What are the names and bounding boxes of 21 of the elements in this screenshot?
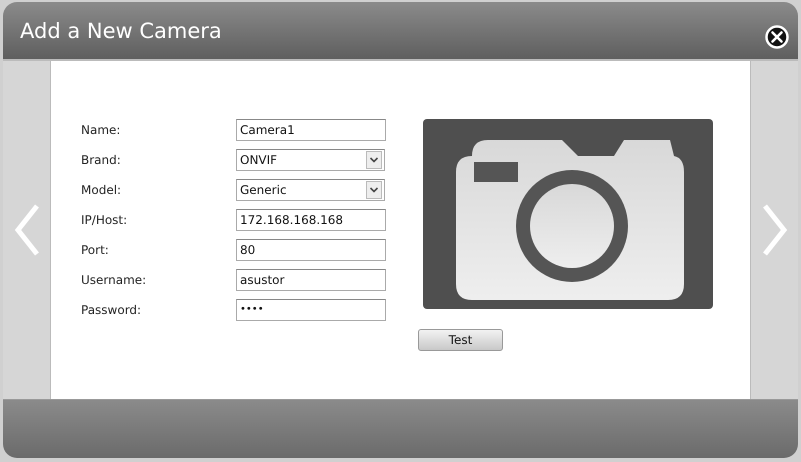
input-field[interactable]: asustor: [236, 269, 386, 291]
password-field[interactable]: ••••: [236, 299, 386, 321]
window-title: Add a New Camera: [20, 18, 222, 42]
caret-icon: [366, 181, 382, 199]
dropdown[interactable]: ONVIF: [236, 149, 385, 171]
input-field[interactable]: 80: [236, 239, 386, 261]
chevron-left-icon: [12, 202, 40, 258]
chevron-right-icon: [760, 202, 788, 258]
caret-icon: [366, 151, 382, 169]
field-label: IP/Host:: [81, 213, 128, 227]
test-button[interactable]: Test: [418, 329, 503, 351]
field-label: Name:: [81, 123, 122, 137]
close-icon[interactable]: [765, 24, 789, 48]
field-label: Password:: [81, 303, 142, 317]
field-label: Model:: [81, 183, 122, 197]
field-label: Brand:: [81, 153, 122, 167]
field-label: Port:: [81, 243, 110, 257]
input-field[interactable]: 172.168.168.168: [236, 209, 386, 231]
dropdown[interactable]: Generic: [236, 179, 385, 201]
field-label: Username:: [81, 273, 148, 287]
input-field[interactable]: Camera1: [236, 119, 386, 141]
